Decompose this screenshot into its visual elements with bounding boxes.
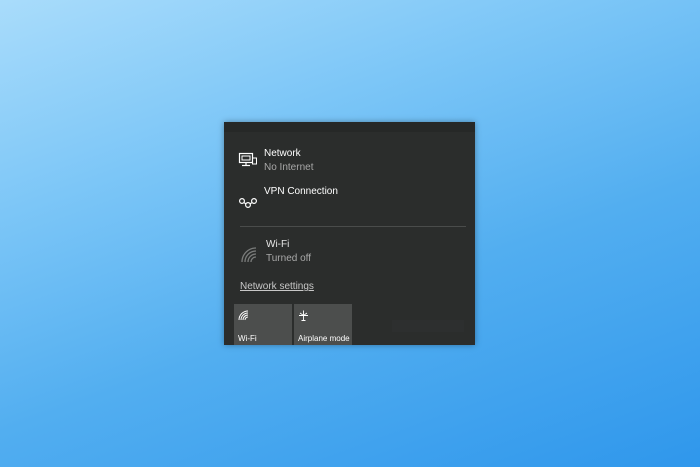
network-settings-link[interactable]: Network settings	[240, 281, 314, 292]
airplane-mode-tile[interactable]: Airplane mode	[294, 304, 352, 345]
wifi-icon	[238, 308, 249, 321]
network-item-ethernet[interactable]: Network No Internet	[224, 148, 475, 184]
network-flyout: Network No Internet VPN Connection Wi-Fi…	[224, 122, 475, 345]
section-divider	[240, 226, 466, 227]
airplane-icon	[298, 308, 309, 321]
faded-placeholder	[392, 320, 464, 332]
network-item-wifi[interactable]: Wi-Fi Turned off	[224, 239, 475, 275]
network-item-vpn[interactable]: VPN Connection	[224, 186, 475, 222]
flyout-top-edge	[224, 122, 475, 132]
wifi-name: Wi-Fi	[266, 239, 290, 250]
vpn-icon	[238, 190, 258, 208]
wifi-off-icon	[240, 246, 260, 264]
wifi-status: Turned off	[266, 253, 312, 264]
vpn-name: VPN Connection	[264, 186, 338, 197]
network-status: No Internet	[264, 162, 314, 173]
wifi-tile-label: Wi-Fi	[238, 334, 257, 343]
wifi-toggle-tile[interactable]: Wi-Fi	[234, 304, 292, 345]
wired-network-icon	[238, 152, 258, 170]
airplane-tile-label: Airplane mode	[298, 334, 350, 343]
network-name: Network	[264, 148, 301, 159]
